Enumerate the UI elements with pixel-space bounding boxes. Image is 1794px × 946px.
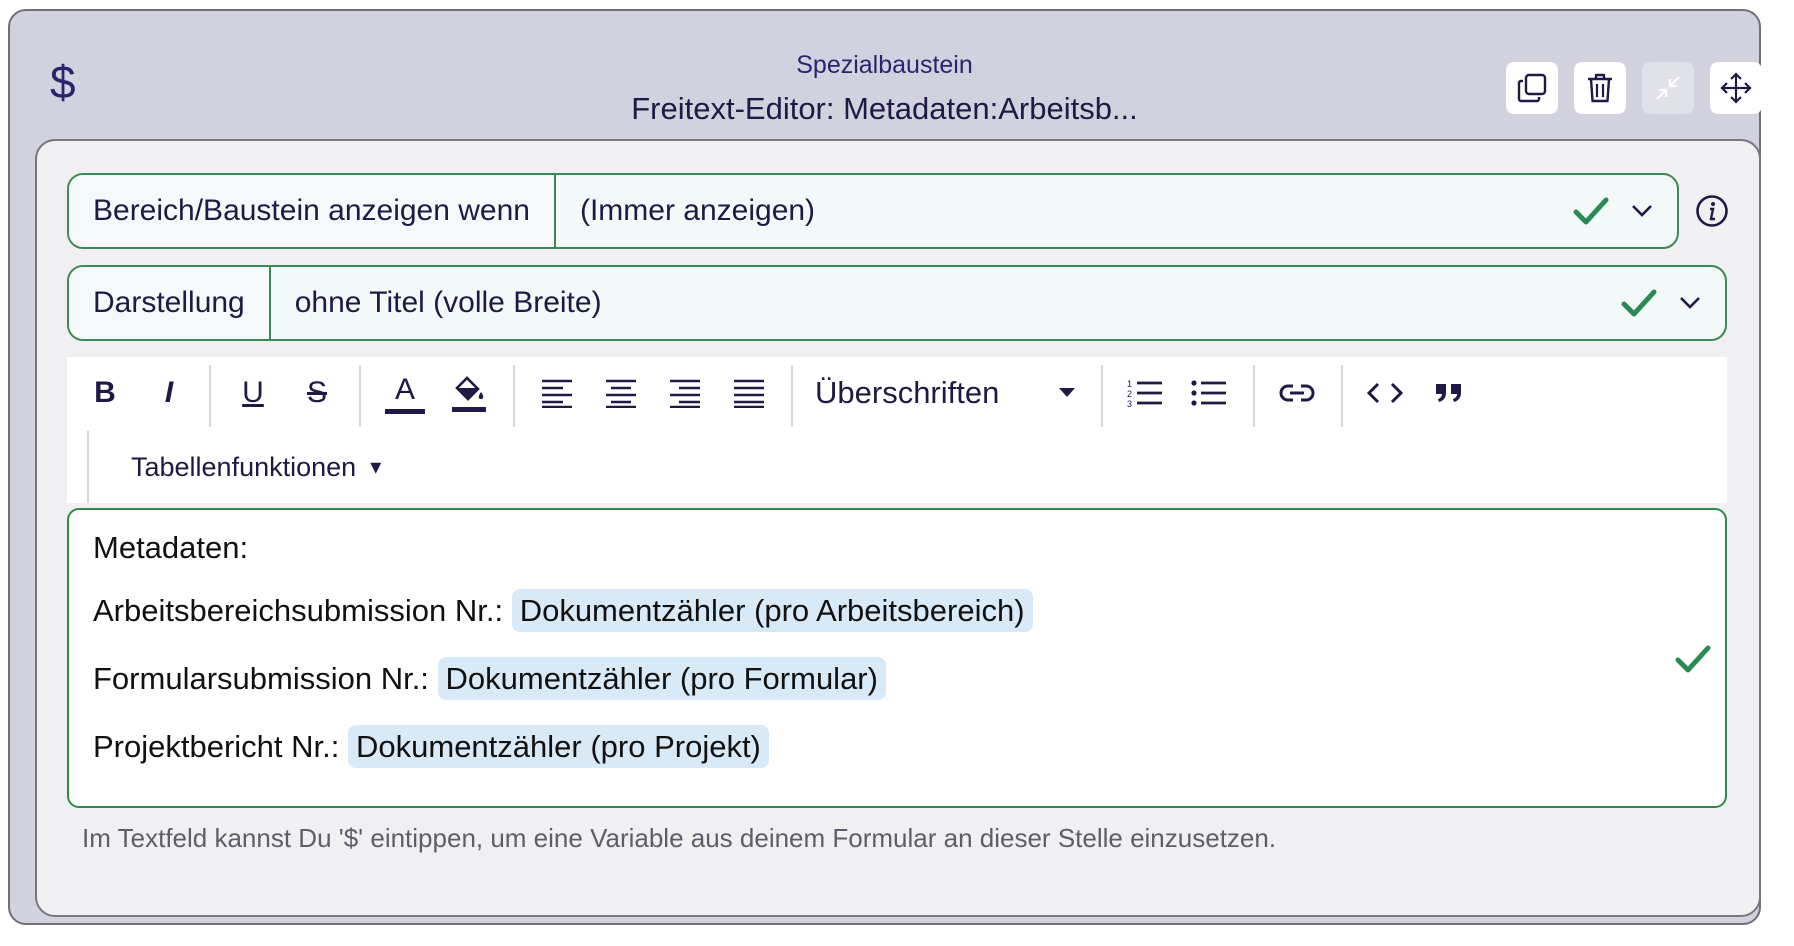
- display-select[interactable]: Darstellung ohne Titel (volle Breite): [67, 265, 1727, 341]
- align-left-button[interactable]: [537, 371, 577, 415]
- collapse-button[interactable]: [1642, 62, 1694, 114]
- module-type-label: Spezialbaustein: [796, 51, 973, 79]
- editor-line: Formularsubmission Nr.: Dokumentzähler (…: [93, 657, 886, 700]
- ordered-list-button[interactable]: 1 2 3: [1125, 371, 1165, 415]
- link-button[interactable]: [1277, 371, 1317, 415]
- svg-text:1: 1: [1127, 379, 1132, 389]
- table-functions-dropdown[interactable]: Tabellenfunktionen ▾: [117, 445, 381, 489]
- toolbar-divider: [791, 365, 793, 427]
- line-label: Arbeitsbereichsubmission Nr.:: [93, 593, 504, 628]
- highlight-button[interactable]: [449, 371, 489, 415]
- toolbar-divider: [359, 365, 361, 427]
- link-icon: [1279, 384, 1315, 402]
- variable-chip[interactable]: Dokumentzähler (pro Projekt): [348, 725, 769, 768]
- editor-heading: Metadaten:: [93, 530, 249, 565]
- line-label: Formularsubmission Nr.:: [93, 661, 429, 696]
- code-icon: [1367, 382, 1403, 404]
- copy-icon: [1517, 73, 1547, 103]
- toolbar-divider: [1253, 365, 1255, 427]
- code-button[interactable]: [1365, 371, 1405, 415]
- toolbar-divider: [1101, 365, 1103, 427]
- align-right-button[interactable]: [665, 371, 705, 415]
- chevron-down-icon[interactable]: [1679, 296, 1701, 310]
- duplicate-button[interactable]: [1506, 62, 1558, 114]
- quote-icon: [1436, 384, 1461, 402]
- svg-text:2: 2: [1127, 389, 1132, 399]
- ordered-list-icon: 1 2 3: [1127, 379, 1162, 408]
- trash-icon: [1588, 73, 1612, 103]
- blockquote-button[interactable]: [1429, 371, 1469, 415]
- headings-label: Überschriften: [815, 375, 1000, 410]
- variable-chip[interactable]: Dokumentzähler (pro Arbeitsbereich): [511, 589, 1033, 632]
- collapse-icon: [1656, 76, 1680, 100]
- toolbar-divider: [1341, 365, 1343, 427]
- bold-button[interactable]: B: [85, 371, 125, 415]
- toolbar-divider: [209, 365, 211, 427]
- check-icon: [1573, 197, 1609, 225]
- paint-bucket-icon: [452, 376, 486, 412]
- align-center-icon: [606, 379, 636, 408]
- justify-button[interactable]: [729, 371, 769, 415]
- caret-down-icon: ▾: [370, 454, 382, 479]
- align-center-button[interactable]: [601, 371, 641, 415]
- move-button[interactable]: [1710, 62, 1762, 114]
- display-label: Darstellung: [69, 267, 271, 339]
- delete-button[interactable]: [1574, 62, 1626, 114]
- move-icon: [1720, 72, 1752, 104]
- bullet-list-icon: [1191, 380, 1226, 406]
- editor-line: Projektbericht Nr.: Dokumentzähler (pro …: [93, 725, 769, 768]
- align-right-icon: [670, 379, 700, 408]
- module-title: Freitext-Editor: Metadaten:Arbeitsb...: [631, 91, 1138, 126]
- svg-text:3: 3: [1127, 399, 1132, 408]
- editor-line: Arbeitsbereichsubmission Nr.: Dokumentzä…: [93, 589, 1033, 632]
- toolbar-divider: [87, 431, 89, 503]
- condition-value[interactable]: (Immer anzeigen): [556, 175, 1573, 247]
- line-label: Projektbericht Nr.:: [93, 729, 340, 764]
- display-value[interactable]: ohne Titel (volle Breite): [271, 267, 1621, 339]
- italic-button[interactable]: I: [149, 371, 189, 415]
- justify-icon: [734, 379, 764, 408]
- rich-text-editor[interactable]: Metadaten: Arbeitsbereichsubmission Nr.:…: [67, 508, 1727, 808]
- check-icon: [1675, 645, 1711, 673]
- table-functions-label: Tabellenfunktionen: [131, 451, 357, 482]
- info-icon[interactable]: [1695, 194, 1729, 228]
- chevron-down-icon[interactable]: [1631, 204, 1653, 218]
- variable-chip[interactable]: Dokumentzähler (pro Formular): [437, 657, 886, 700]
- help-text: Im Textfeld kannst Du '$' eintippen, um …: [82, 823, 1277, 853]
- underline-button[interactable]: U: [233, 371, 273, 415]
- font-color-button[interactable]: A: [385, 371, 425, 414]
- bullet-list-button[interactable]: [1189, 371, 1229, 415]
- editor-toolbar: B I U S A Überschriften 1 2 3 Tabellenfu…: [67, 357, 1727, 503]
- align-left-icon: [542, 379, 572, 408]
- strikethrough-button[interactable]: S: [297, 371, 337, 415]
- toolbar-divider: [513, 365, 515, 427]
- check-icon: [1621, 289, 1657, 317]
- caret-down-icon: [1059, 388, 1075, 397]
- condition-select[interactable]: Bereich/Baustein anzeigen wenn (Immer an…: [67, 173, 1679, 249]
- condition-label: Bereich/Baustein anzeigen wenn: [69, 175, 556, 247]
- headings-dropdown[interactable]: Überschriften: [815, 371, 1075, 415]
